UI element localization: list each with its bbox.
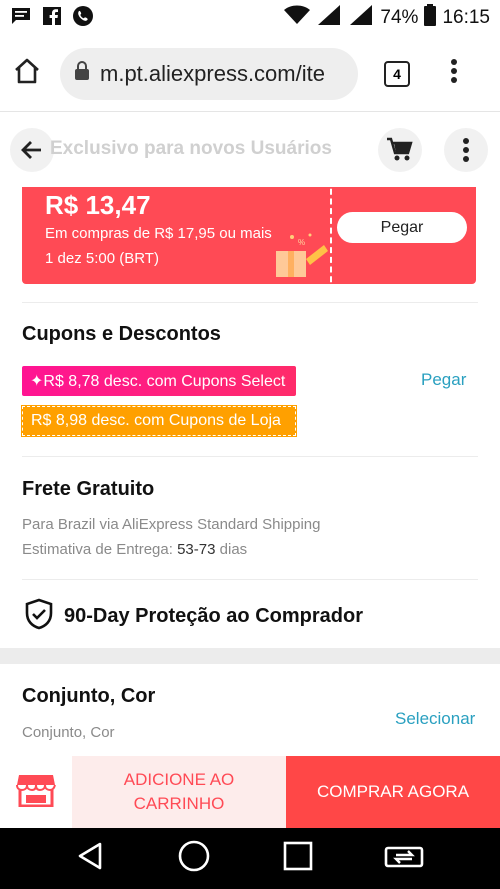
shield-icon (24, 598, 54, 635)
clock: 16:15 (442, 7, 490, 28)
estimate-value: 53-73 (177, 541, 216, 558)
home-icon[interactable] (12, 56, 42, 91)
coupon-condition: Em compras de R$ 17,95 ou mais (45, 225, 272, 242)
coupon-details: R$ 13,47 Em compras de R$ 17,95 ou mais … (22, 187, 330, 284)
variant-title: Conjunto, Cor (22, 685, 156, 707)
cart-icon[interactable] (378, 128, 422, 172)
shipping-title: Frete Gratuito (22, 478, 155, 500)
bottom-action-bar: ADICIONE AO CARRINHO COMPRAR AGORA (0, 756, 500, 828)
page-header: Exclusivo para novos Usuários (0, 128, 500, 172)
coupon-expiry: 1 dez 5:00 (BRT) (45, 250, 159, 267)
facebook-icon (42, 6, 62, 31)
shipping-method: Para Brazil via AliExpress Standard Ship… (22, 516, 321, 533)
back-arrow-icon[interactable] (10, 128, 54, 172)
battery-percent: 74% (380, 7, 419, 28)
more-icon[interactable] (444, 128, 488, 172)
system-nav-bar (0, 828, 500, 889)
phone-icon (72, 5, 94, 32)
nav-home-icon[interactable] (177, 839, 211, 878)
divider (22, 302, 478, 303)
divider (22, 579, 478, 580)
status-right: 74% 16:15 (284, 4, 490, 32)
add-to-cart-label: ADICIONE AO CARRINHO (124, 768, 235, 816)
svg-text:%: % (298, 238, 305, 247)
section-separator (0, 648, 500, 664)
new-user-coupon: R$ 13,47 Em compras de R$ 17,95 ou mais … (22, 187, 476, 284)
select-variant-link[interactable]: Selecionar (395, 709, 475, 729)
select-coupon-tag: ✦R$ 8,78 desc. com Cupons Select (22, 366, 296, 396)
url-bar[interactable]: m.pt.aliexpress.com/ite (60, 47, 358, 100)
nav-recents-icon[interactable] (283, 841, 313, 876)
status-left (10, 5, 94, 32)
get-coupon-button[interactable]: Pegar (337, 212, 467, 243)
wifi-icon (284, 5, 311, 31)
menu-dots-icon[interactable] (450, 58, 458, 89)
add-to-cart-line1: ADICIONE AO (123, 770, 235, 789)
store-coupon-tag: R$ 8,98 desc. com Cupons de Loja (21, 405, 297, 437)
battery-icon (424, 4, 437, 32)
coupon-amount: R$ 13,47 (45, 190, 151, 220)
lock-icon (74, 61, 90, 86)
gift-icon: % (272, 229, 330, 284)
estimate-label: Estimativa de Entrega: (22, 541, 173, 558)
delivery-estimate: Estimativa de Entrega: 53-73 dias (22, 541, 247, 558)
variant-subtitle: Conjunto, Cor (22, 724, 115, 741)
add-to-cart-button[interactable]: ADICIONE AO CARRINHO (72, 756, 286, 828)
coupon-perforation (330, 187, 332, 284)
tab-switcher-icon[interactable]: 4 (384, 60, 410, 87)
signal-icon (316, 4, 342, 32)
protection-title: 90-Day Proteção ao Comprador (64, 605, 363, 627)
nav-switch-icon[interactable] (384, 841, 424, 876)
browser-toolbar: m.pt.aliexpress.com/ite 4 (0, 36, 500, 112)
divider (22, 456, 478, 457)
nav-back-icon[interactable] (76, 841, 106, 876)
get-discounts-link[interactable]: Pegar (421, 370, 466, 390)
page-title: Exclusivo para novos Usuários (50, 138, 332, 159)
store-icon (16, 773, 56, 812)
estimate-unit: dias (219, 541, 248, 558)
url-text: m.pt.aliexpress.com/ite (100, 60, 325, 86)
store-button[interactable] (0, 756, 72, 828)
signal-icon (348, 4, 374, 32)
message-icon (10, 6, 32, 31)
status-bar: 74% 16:15 (0, 0, 500, 36)
buy-now-button[interactable]: COMPRAR AGORA (286, 756, 500, 828)
add-to-cart-line2: CARRINHO (133, 794, 225, 813)
buyer-protection[interactable]: 90-Day Proteção ao Comprador (24, 598, 363, 635)
discounts-title: Cupons e Descontos (22, 323, 221, 345)
